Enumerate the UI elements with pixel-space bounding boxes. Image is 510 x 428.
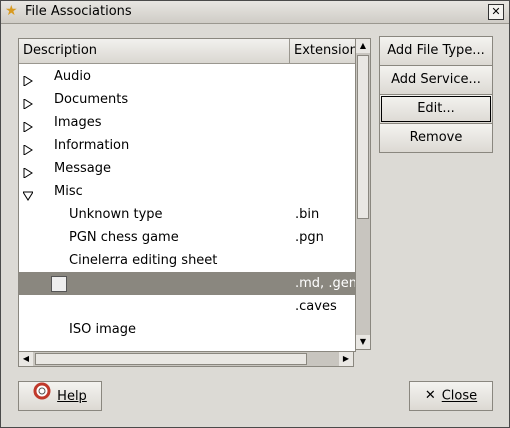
help-button[interactable]: Help — [18, 381, 102, 411]
close-button[interactable]: ✕ Close — [409, 381, 493, 411]
title-bar[interactable]: ★ File Associations ✕ — [1, 1, 509, 24]
row-extension: .bin — [295, 207, 320, 222]
expander-open-icon[interactable] — [22, 186, 34, 201]
scroll-down-button[interactable]: ▼ — [356, 335, 370, 349]
list-item[interactable]: ISO image — [19, 318, 355, 341]
column-header-description[interactable]: Description — [19, 39, 290, 63]
expander-closed-icon[interactable] — [23, 94, 33, 110]
row-extension: .pgn — [295, 230, 324, 245]
window-title: File Associations — [25, 4, 132, 19]
list-item[interactable]: Cinelerra editing sheet — [19, 249, 355, 272]
add-file-type-button[interactable]: Add File Type... — [379, 36, 493, 66]
file-icon — [51, 276, 67, 292]
list-item[interactable]: .md, .gen — [19, 272, 355, 295]
list-item[interactable]: Documents — [19, 88, 355, 111]
file-associations-dialog: ★ File Associations ✕ Description Extens… — [0, 0, 510, 428]
list-item[interactable]: Audio — [19, 65, 355, 88]
row-description: Images — [54, 115, 102, 130]
horizontal-scrollbar[interactable]: ◀ ▶ — [18, 351, 354, 367]
row-description: Audio — [54, 69, 91, 84]
row-extension: .md, .gen — [295, 276, 355, 291]
close-button-label: Close — [441, 388, 478, 404]
row-description: Information — [54, 138, 130, 153]
row-description: Unknown type — [69, 207, 163, 222]
row-description: ISO image — [69, 322, 136, 337]
window-close-button[interactable]: ✕ — [488, 4, 504, 20]
list-item[interactable]: Misc — [19, 180, 355, 203]
list-item[interactable]: PGN chess game .pgn — [19, 226, 355, 249]
file-type-list[interactable]: Description Extension Audio Documents Imag… — [18, 38, 356, 352]
list-header: Description Extension — [19, 39, 355, 64]
list-item[interactable]: Unknown type .bin — [19, 203, 355, 226]
lifebuoy-icon — [33, 382, 51, 411]
scroll-right-button[interactable]: ▶ — [339, 352, 353, 366]
scroll-left-button[interactable]: ◀ — [19, 352, 33, 366]
row-extension: .caves — [295, 299, 337, 314]
expander-closed-icon[interactable] — [23, 163, 33, 179]
list-item[interactable]: Images — [19, 111, 355, 134]
column-header-extension[interactable]: Extension — [290, 39, 355, 63]
remove-button[interactable]: Remove — [379, 123, 493, 153]
help-button-label: Help — [57, 389, 87, 404]
row-description: PGN chess game — [69, 230, 179, 245]
add-service-button[interactable]: Add Service... — [379, 65, 493, 95]
list-item[interactable]: Information — [19, 134, 355, 157]
scroll-up-button[interactable]: ▲ — [356, 39, 370, 53]
vertical-scrollbar[interactable]: ▲ ▼ — [355, 38, 371, 350]
expander-closed-icon[interactable] — [23, 71, 33, 87]
edit-button[interactable]: Edit... — [379, 94, 493, 124]
row-description: Cinelerra editing sheet — [69, 253, 218, 268]
star-icon: ★ — [5, 3, 18, 19]
row-description: Misc — [54, 184, 83, 199]
list-item[interactable]: .caves — [19, 295, 355, 318]
expander-closed-icon[interactable] — [23, 140, 33, 156]
row-description: Documents — [54, 92, 129, 107]
row-description: Message — [54, 161, 111, 176]
list-item[interactable]: Message — [19, 157, 355, 180]
horizontal-scroll-thumb[interactable] — [35, 353, 307, 365]
close-icon: ✕ — [424, 388, 436, 403]
expander-closed-icon[interactable] — [23, 117, 33, 133]
vertical-scroll-thumb[interactable] — [357, 55, 369, 219]
